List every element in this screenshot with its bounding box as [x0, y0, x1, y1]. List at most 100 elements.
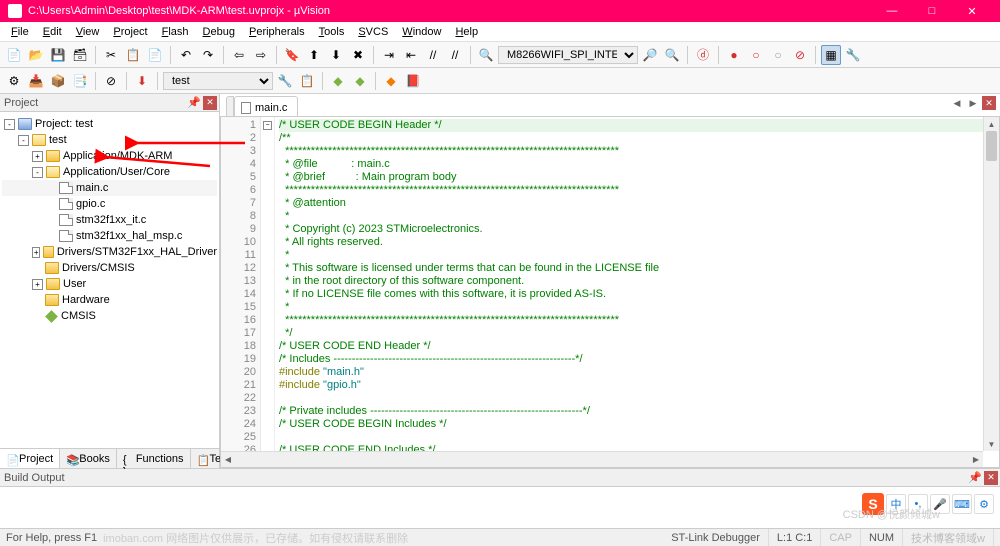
pin-icon[interactable]: 📌: [968, 471, 982, 484]
bookmark-prev-icon[interactable]: ⬆: [304, 45, 324, 65]
paste-icon[interactable]: 📄: [145, 45, 165, 65]
tree-node[interactable]: stm32f1xx_hal_msp.c: [2, 228, 217, 244]
editor-tab-main[interactable]: main.c: [234, 96, 298, 116]
ime-lang-icon[interactable]: 中: [886, 494, 906, 514]
scroll-right-icon[interactable]: ▶: [969, 452, 983, 467]
pin-icon[interactable]: 📌: [187, 96, 201, 109]
scroll-down-icon[interactable]: ▼: [984, 437, 999, 451]
tree-node[interactable]: -Project: test: [2, 116, 217, 132]
breakpoint-kill-icon[interactable]: ⊘: [790, 45, 810, 65]
tree-node[interactable]: CMSIS: [2, 308, 217, 324]
menu-debug[interactable]: Debug: [196, 24, 242, 40]
vertical-scrollbar[interactable]: ▲ ▼: [983, 117, 999, 451]
download-icon[interactable]: ⬇: [132, 71, 152, 91]
indent-icon[interactable]: ⇥: [379, 45, 399, 65]
bookmark-clear-icon[interactable]: ✖: [348, 45, 368, 65]
collapse-icon[interactable]: -: [18, 135, 29, 146]
find-combo[interactable]: M8266WIFI_SPI_INTERFA: [498, 46, 638, 64]
panel-close-icon[interactable]: ✕: [984, 471, 998, 485]
undo-icon[interactable]: ↶: [176, 45, 196, 65]
menu-project[interactable]: Project: [106, 24, 154, 40]
menu-file[interactable]: File: [4, 24, 36, 40]
toolbox-icon[interactable]: 🔧: [843, 45, 863, 65]
collapse-icon[interactable]: -: [32, 167, 43, 178]
tree-node[interactable]: Drivers/CMSIS: [2, 260, 217, 276]
tree-node[interactable]: +User: [2, 276, 217, 292]
find-icon[interactable]: 🔍: [476, 45, 496, 65]
ime-settings-icon[interactable]: ⚙: [974, 494, 994, 514]
rebuild-icon[interactable]: 📦: [48, 71, 68, 91]
horizontal-scrollbar[interactable]: ◀ ▶: [221, 451, 983, 467]
ime-mic-icon[interactable]: 🎤: [930, 494, 950, 514]
tree-node[interactable]: +Drivers/STM32F1xx_HAL_Driver: [2, 244, 217, 260]
window-layout-icon[interactable]: ▦: [821, 45, 841, 65]
tree-node[interactable]: +Application/MDK-ARM: [2, 148, 217, 164]
collapse-icon[interactable]: -: [4, 119, 15, 130]
nav-fwd-icon[interactable]: ⇨: [251, 45, 271, 65]
menu-view[interactable]: View: [69, 24, 107, 40]
minimize-button[interactable]: —: [872, 0, 912, 22]
menu-svcs[interactable]: SVCS: [351, 24, 395, 40]
bookmark-icon[interactable]: 🔖: [282, 45, 302, 65]
pack-installer-icon[interactable]: ◆: [381, 71, 401, 91]
menu-help[interactable]: Help: [448, 24, 485, 40]
tree-node[interactable]: gpio.c: [2, 196, 217, 212]
breakpoint-insert-icon[interactable]: ●: [724, 45, 744, 65]
panel-tab-functions[interactable]: { }Functions: [117, 449, 191, 468]
expand-icon[interactable]: +: [32, 247, 40, 258]
tab-close-icon[interactable]: ✕: [982, 96, 996, 110]
stop-build-icon[interactable]: ⊘: [101, 71, 121, 91]
translate-icon[interactable]: ⚙: [4, 71, 24, 91]
menu-peripherals[interactable]: Peripherals: [242, 24, 312, 40]
scroll-left-icon[interactable]: ◀: [221, 452, 235, 467]
tree-node[interactable]: Hardware: [2, 292, 217, 308]
code-content[interactable]: /* USER CODE BEGIN Header *//** ********…: [275, 117, 999, 467]
incremental-find-icon[interactable]: 🔍: [662, 45, 682, 65]
expand-icon[interactable]: +: [32, 151, 43, 162]
fold-column[interactable]: −: [261, 117, 275, 467]
menu-flash[interactable]: Flash: [155, 24, 196, 40]
tab-scroll-left-icon[interactable]: ◀: [950, 96, 964, 110]
uncomment-icon[interactable]: //: [445, 45, 465, 65]
select-packs-icon[interactable]: ◆: [350, 71, 370, 91]
breakpoint-disable-icon[interactable]: ○: [768, 45, 788, 65]
redo-icon[interactable]: ↷: [198, 45, 218, 65]
comment-icon[interactable]: //: [423, 45, 443, 65]
find-in-files-icon[interactable]: 🔎: [640, 45, 660, 65]
save-icon[interactable]: 💾: [48, 45, 68, 65]
sogou-icon[interactable]: S: [862, 493, 884, 515]
save-all-icon[interactable]: 🗃: [70, 45, 90, 65]
expand-icon[interactable]: +: [32, 279, 43, 290]
tree-node[interactable]: main.c: [2, 180, 217, 196]
menu-window[interactable]: Window: [395, 24, 448, 40]
project-tree[interactable]: -Project: test-test+Application/MDK-ARM-…: [0, 112, 219, 448]
target-options-icon[interactable]: 🔧: [275, 71, 295, 91]
panel-tab-books[interactable]: 📚Books: [60, 449, 117, 468]
build-icon[interactable]: 📥: [26, 71, 46, 91]
scroll-thumb[interactable]: [986, 131, 997, 161]
cut-icon[interactable]: ✂: [101, 45, 121, 65]
ime-punct-icon[interactable]: •,: [908, 494, 928, 514]
debug-icon[interactable]: ⓓ: [693, 45, 713, 65]
bookmark-next-icon[interactable]: ⬇: [326, 45, 346, 65]
manage-items-icon[interactable]: 📋: [297, 71, 317, 91]
new-file-icon[interactable]: 📄: [4, 45, 24, 65]
menu-tools[interactable]: Tools: [312, 24, 352, 40]
panel-tab-project[interactable]: 📄Project: [0, 449, 60, 468]
tab-scroll-right-icon[interactable]: ▶: [966, 96, 980, 110]
copy-icon[interactable]: 📋: [123, 45, 143, 65]
outdent-icon[interactable]: ⇤: [401, 45, 421, 65]
tree-node[interactable]: -test: [2, 132, 217, 148]
menu-edit[interactable]: Edit: [36, 24, 69, 40]
breakpoint-enable-icon[interactable]: ○: [746, 45, 766, 65]
tree-node[interactable]: -Application/User/Core: [2, 164, 217, 180]
tree-node[interactable]: stm32f1xx_it.c: [2, 212, 217, 228]
ime-keyboard-icon[interactable]: ⌨: [952, 494, 972, 514]
manage-rte-icon[interactable]: ◆: [328, 71, 348, 91]
nav-back-icon[interactable]: ⇦: [229, 45, 249, 65]
close-button[interactable]: ✕: [952, 0, 992, 22]
scroll-up-icon[interactable]: ▲: [984, 117, 999, 131]
target-select[interactable]: test: [163, 72, 273, 90]
open-file-icon[interactable]: 📂: [26, 45, 46, 65]
maximize-button[interactable]: □: [912, 0, 952, 22]
